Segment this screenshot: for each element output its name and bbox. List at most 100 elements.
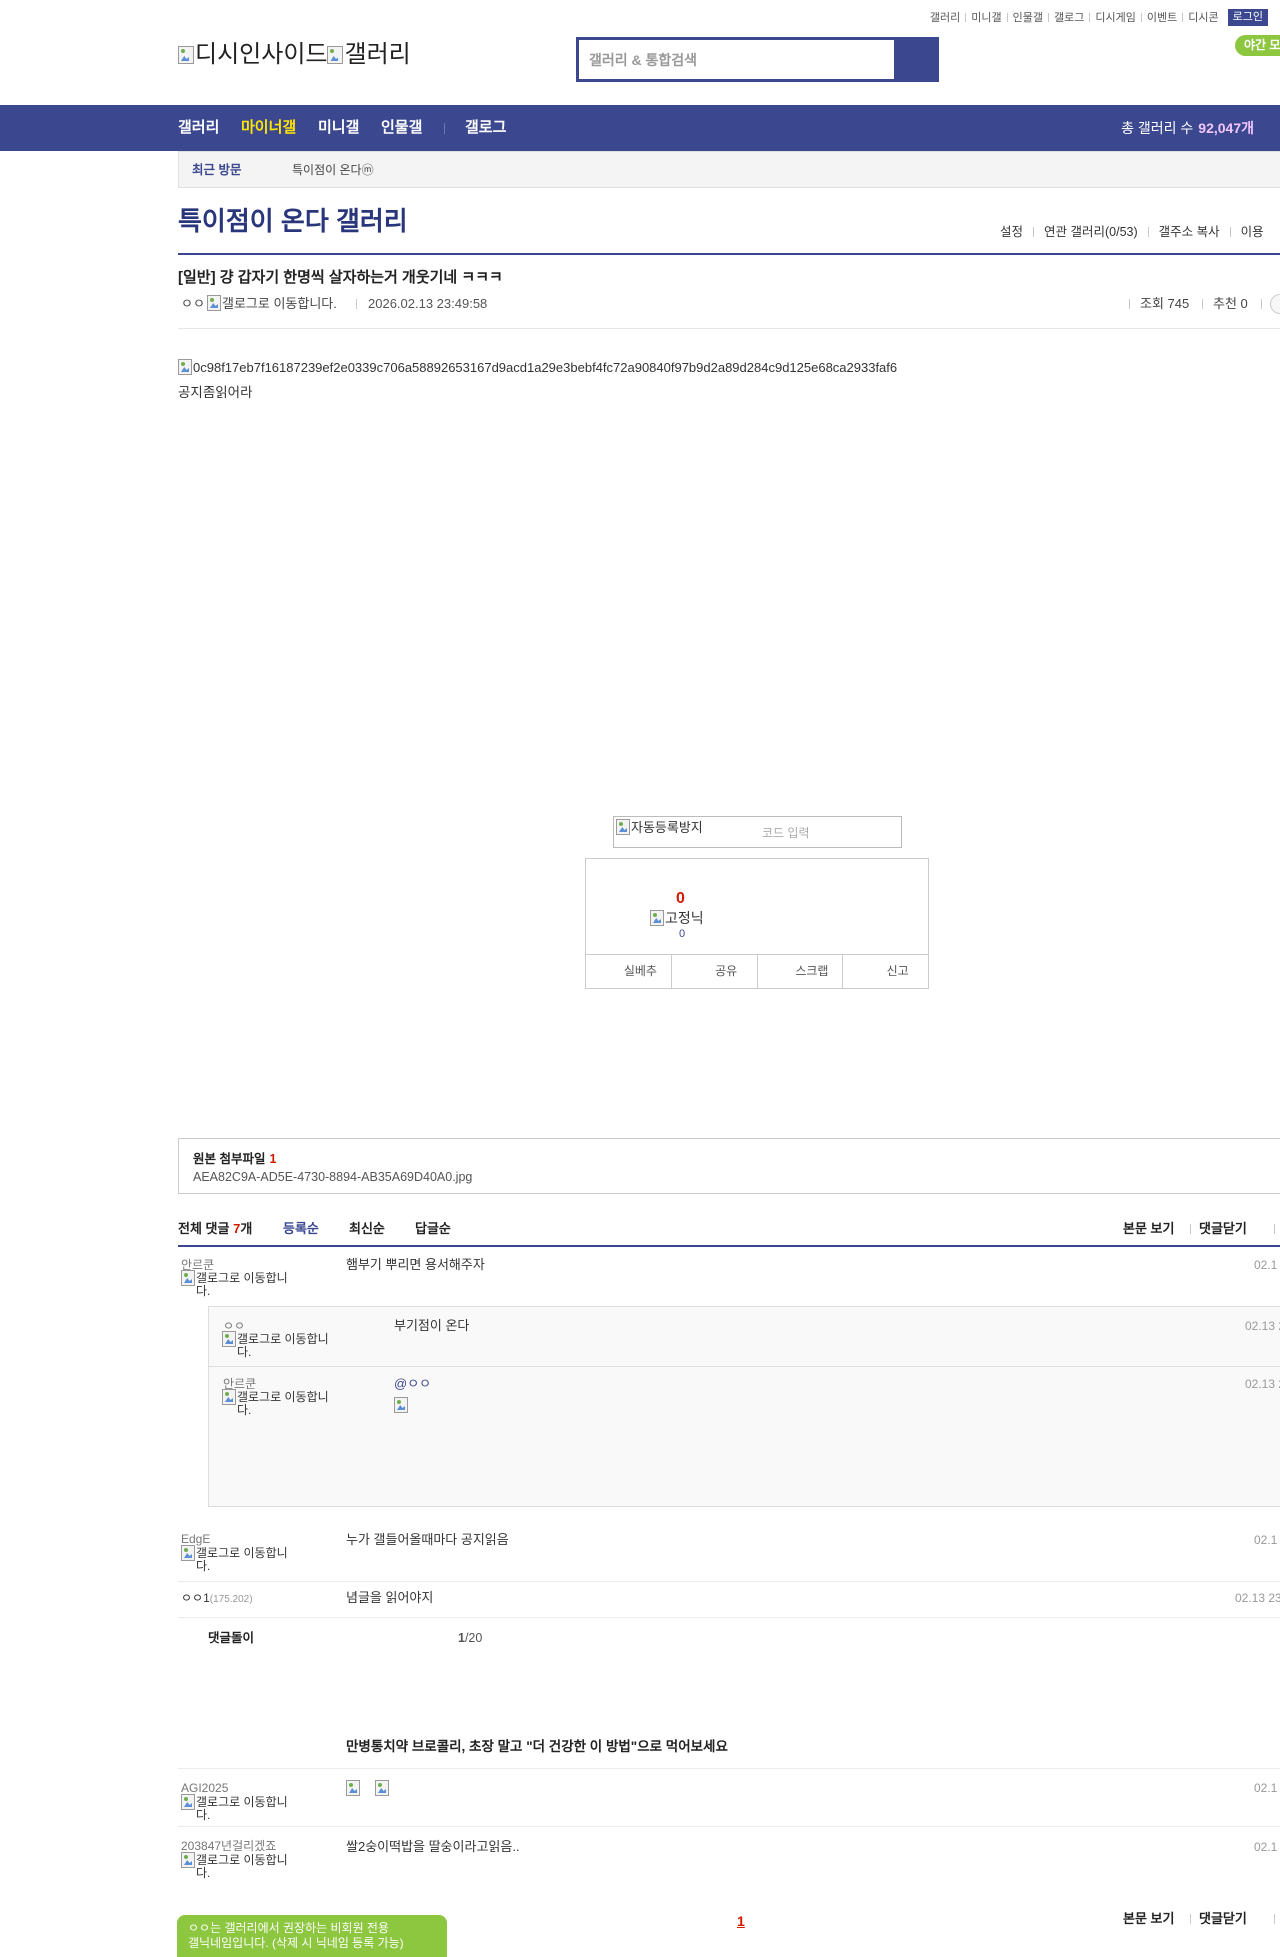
nav-gallery[interactable]: 갤러리 bbox=[178, 119, 219, 137]
fixed-nick-count: 0 bbox=[679, 928, 686, 940]
broken-image-icon bbox=[222, 1389, 236, 1405]
guest-nick-notice-line1: ㅇㅇ는 갤러리에서 권장하는 비회원 전용 bbox=[188, 1921, 390, 1935]
comment-date: 02.13 23 bbox=[1235, 1591, 1280, 1605]
report-button[interactable]: 신고 bbox=[842, 955, 928, 988]
separator bbox=[1089, 13, 1091, 22]
recommend-count: 0 bbox=[676, 890, 685, 907]
usage-link[interactable]: 이용 bbox=[1241, 223, 1264, 241]
comments-total-label: 전체 댓글 bbox=[178, 1221, 230, 1236]
broken-image-icon bbox=[207, 295, 221, 311]
attachment-filename[interactable]: AEA82C9A-AD5E-4730-8894-AB35A69D40A0.jpg bbox=[193, 1168, 472, 1186]
logo-site-alt: 디시인사이드 bbox=[195, 41, 328, 68]
recent-visits-label[interactable]: 최근 방문 bbox=[192, 161, 241, 179]
close-comments-button-bottom[interactable]: 댓글닫기 bbox=[1199, 1910, 1247, 1928]
guest-nick-notice-line2: 갤닉네임입니다. (삭제 시 닉네임 등록 가능) bbox=[188, 1936, 404, 1950]
gallog-alt-text: 갤로그로 이동합니다. bbox=[237, 1390, 329, 1417]
gallog-alt-text: 갤로그로 이동합니다. bbox=[196, 1546, 288, 1573]
comment-nick[interactable]: AGI2025 bbox=[181, 1781, 228, 1795]
copy-gallery-address-link[interactable]: 갤주소 복사 bbox=[1159, 223, 1220, 241]
reply-divider bbox=[209, 1366, 1280, 1367]
separator bbox=[1202, 299, 1203, 309]
gallery-title[interactable]: 특이점이 온다 갤러리 bbox=[178, 205, 408, 237]
broken-image-icon bbox=[181, 1794, 195, 1810]
ad-title[interactable]: 만병통치약 브로콜리, 초장 말고 "더 건강한 이 방법"으로 먹어보세요 bbox=[346, 1738, 728, 1756]
gallog-alt-text: 갤로그로 이동합니다. bbox=[237, 1332, 329, 1359]
comment-nick[interactable]: 203847년걸리겠죠 bbox=[181, 1839, 276, 1853]
attachment-label: 원본 첨부파일 1 bbox=[193, 1150, 276, 1168]
share-button[interactable]: 공유 bbox=[670, 955, 757, 988]
reply-image bbox=[394, 1397, 409, 1415]
comment-bot-name: 댓글돌이 bbox=[208, 1631, 255, 1645]
gallog-link[interactable]: 갤로그로 이동합니다. bbox=[181, 1852, 297, 1880]
top-link-person-gallery[interactable]: 인물갤 bbox=[1013, 10, 1043, 26]
broken-image-icon bbox=[178, 46, 194, 64]
gallog-link[interactable]: 갤로그로 이동합니다. bbox=[181, 1270, 297, 1298]
broken-image-icon bbox=[222, 1331, 236, 1347]
broken-image-icon bbox=[327, 46, 344, 64]
separator bbox=[1033, 227, 1035, 237]
reply-date: 02.13 2 bbox=[1245, 1377, 1280, 1391]
nav-gallog[interactable]: 갤로그 bbox=[465, 119, 506, 137]
nav-person-gallery[interactable]: 인물갤 bbox=[381, 119, 422, 137]
gallog-link[interactable]: 갤로그로 이동합니다. bbox=[222, 1331, 338, 1359]
separator bbox=[1190, 1224, 1191, 1234]
comment-text: 누가 갤들어올때마다 공지읽음 bbox=[346, 1532, 509, 1547]
login-button[interactable]: 로그인 bbox=[1227, 9, 1268, 26]
top-link-dccon[interactable]: 디시콘 bbox=[1188, 10, 1218, 26]
row-divider bbox=[178, 1826, 1280, 1827]
reply-text: 부기점이 온다 bbox=[394, 1318, 470, 1333]
top-link-event[interactable]: 이벤트 bbox=[1147, 10, 1177, 26]
recommend-box: 0 고정닉 0 실베추 공유 스크랩 신고 bbox=[585, 858, 929, 989]
gallog-link[interactable]: 갤로그로 이동합니다. bbox=[181, 1794, 297, 1822]
top-link-gallog[interactable]: 갤로그 bbox=[1054, 10, 1084, 26]
logo[interactable]: 디시인사이드 갤러리 bbox=[178, 40, 411, 70]
post-title: [일반] 걍 갑자기 한명씩 살자하는거 개웃기네 ㅋㅋㅋ bbox=[178, 269, 503, 286]
gallog-link[interactable]: 갤로그로 이동합니다. bbox=[181, 1545, 297, 1573]
gallog-alt-text: 갤로그로 이동합니다. bbox=[196, 1795, 288, 1822]
broken-image-icon bbox=[178, 359, 192, 375]
nav-minor-gallery[interactable]: 마이너갤 bbox=[241, 119, 296, 137]
post-body-text: 공지좀읽어라 bbox=[178, 385, 253, 400]
total-gallery-count: 총 갤러리 수 92,047개 bbox=[1121, 119, 1254, 137]
post-option-button[interactable] bbox=[1270, 294, 1280, 314]
comment-bot-page-current: 1 bbox=[458, 1631, 465, 1645]
night-mode-toggle[interactable]: 야간 모 bbox=[1235, 35, 1280, 56]
view-post-button[interactable]: 본문 보기 bbox=[1123, 1220, 1174, 1238]
separator bbox=[965, 13, 967, 22]
captcha-code-input[interactable] bbox=[762, 822, 892, 844]
comment-date: 02.1 bbox=[1254, 1840, 1278, 1854]
broken-image-icon bbox=[181, 1270, 195, 1286]
post-author-gallog-link[interactable]: 갤로그로 이동합니다. bbox=[207, 295, 337, 313]
post-author[interactable]: ㅇㅇ bbox=[181, 295, 205, 313]
comments-divider bbox=[178, 1245, 1280, 1247]
sort-by-replies[interactable]: 답글순 bbox=[415, 1220, 451, 1238]
related-galleries-link[interactable]: 연관 갤러리(0/53) bbox=[1044, 223, 1138, 241]
sort-by-registered[interactable]: 등록순 bbox=[283, 1220, 319, 1238]
comment-nick[interactable]: EdgE bbox=[181, 1532, 210, 1546]
top-utility-links: 갤러리 미니갤 인물갤 갤로그 디시게임 이벤트 디시콘 로그인 bbox=[930, 9, 1268, 26]
comment-text: 념글을 읽어야지 bbox=[346, 1590, 434, 1605]
close-comments-button[interactable]: 댓글닫기 bbox=[1199, 1220, 1247, 1238]
broken-image-icon bbox=[394, 1397, 408, 1413]
real-best-recommend-button[interactable]: 실베추 bbox=[586, 955, 671, 988]
attachment-label-text: 원본 첨부파일 bbox=[193, 1152, 266, 1166]
scrap-button[interactable]: 스크랩 bbox=[756, 955, 843, 988]
top-link-dc-game[interactable]: 디시게임 bbox=[1095, 10, 1135, 26]
comment-text: 쌀2숭이떡밥을 딸숭이라고읽음.. bbox=[346, 1839, 520, 1854]
recent-visit-item[interactable]: 특이점이 온다ⓜ bbox=[292, 161, 374, 179]
broken-image-icon bbox=[616, 819, 630, 835]
comment-ip: (175.202) bbox=[209, 1594, 253, 1605]
gallog-link[interactable]: 갤로그로 이동합니다. bbox=[222, 1389, 338, 1417]
nav-mini-gallery[interactable]: 미니갤 bbox=[318, 119, 359, 137]
search-input[interactable] bbox=[579, 40, 889, 79]
view-post-button-bottom[interactable]: 본문 보기 bbox=[1123, 1910, 1174, 1928]
comment-nick[interactable]: ㅇㅇ1(175.202) bbox=[181, 1591, 253, 1607]
top-link-mini-gallery[interactable]: 미니갤 bbox=[971, 10, 1001, 26]
pagination-page-1[interactable]: 1 bbox=[737, 1912, 745, 1930]
search-button[interactable] bbox=[894, 40, 936, 79]
settings-link[interactable]: 설정 bbox=[1000, 223, 1023, 241]
reply-mention[interactable]: @ㅇㅇ bbox=[394, 1375, 431, 1393]
reply-date: 02.13 2 bbox=[1245, 1319, 1280, 1333]
sort-by-latest[interactable]: 최신순 bbox=[349, 1220, 385, 1238]
top-link-gallery[interactable]: 갤러리 bbox=[930, 10, 960, 26]
